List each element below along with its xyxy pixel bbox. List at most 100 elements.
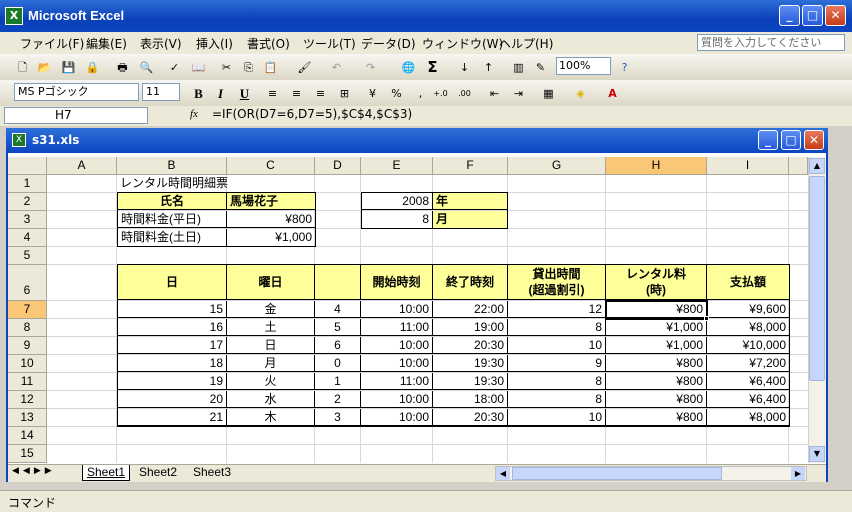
row-header-11[interactable]: 11 — [8, 373, 47, 391]
cell-end-time[interactable]: 19:30 — [433, 355, 508, 372]
redo-icon[interactable]: ↷ — [362, 59, 379, 76]
cell-start-time[interactable]: 10:00 — [361, 391, 433, 408]
font-size-select[interactable]: 11 — [142, 83, 180, 101]
cell-payment[interactable]: ¥9,600 — [707, 301, 789, 318]
formula-input[interactable]: =IF(OR(D7=6,D7=5),$C$4,$C$3) — [212, 107, 848, 124]
hyperlink-icon[interactable]: 🌐 — [400, 59, 417, 76]
spelling-icon[interactable]: ✓ — [166, 59, 183, 76]
increase-indent-icon[interactable]: ⇥ — [510, 85, 527, 102]
save-icon[interactable]: 💾 — [60, 59, 77, 76]
cell-weekday-num[interactable]: 0 — [315, 355, 361, 372]
borders-icon[interactable]: ▦ — [540, 85, 557, 102]
menu-edit[interactable]: 編集(E) — [86, 35, 127, 52]
cell-weekday-num[interactable]: 1 — [315, 373, 361, 390]
active-cell-selection[interactable] — [605, 300, 708, 320]
italic-icon[interactable]: I — [212, 85, 229, 102]
cell-rental-hours[interactable]: 8 — [508, 319, 606, 336]
menu-window[interactable]: ウィンドウ(W) — [422, 35, 503, 52]
menu-insert[interactable]: 挿入(I) — [196, 35, 233, 52]
cell-c4[interactable]: ¥1,000 — [227, 229, 315, 246]
cell-payment[interactable]: ¥10,000 — [707, 337, 789, 354]
menu-file[interactable]: ファイル(F) — [20, 35, 84, 52]
cell-rental-hours[interactable]: 10 — [508, 337, 606, 354]
row-header-4[interactable]: 4 — [8, 229, 47, 247]
cell-weekday[interactable]: 木 — [227, 409, 315, 426]
header-weekday[interactable]: 曜日 — [227, 265, 315, 300]
header-day[interactable]: 日 — [118, 265, 227, 300]
cell-payment[interactable]: ¥7,200 — [707, 355, 789, 372]
row-header-15[interactable]: 15 — [8, 445, 47, 463]
fx-icon[interactable]: fx — [190, 108, 198, 120]
tab-sheet1[interactable]: Sheet1 — [82, 465, 130, 481]
row-header-3[interactable]: 3 — [8, 211, 47, 229]
zoom-select[interactable]: 100% — [556, 57, 611, 75]
header-end-time[interactable]: 終了時刻 — [433, 265, 508, 300]
cell-payment[interactable]: ¥6,400 — [707, 373, 789, 390]
cell-c3[interactable]: ¥800 — [227, 211, 315, 228]
sort-ascending-icon[interactable]: ↓ — [456, 59, 473, 76]
menu-help[interactable]: ヘルプ(H) — [499, 35, 553, 52]
cell-end-time[interactable]: 20:30 — [433, 409, 508, 426]
cell-weekday-num[interactable]: 6 — [315, 337, 361, 354]
row-header-1[interactable]: 1 — [8, 175, 47, 193]
col-header-a[interactable]: A — [47, 157, 117, 175]
header-start-time[interactable]: 開始時刻 — [361, 265, 433, 300]
col-header-f[interactable]: F — [433, 157, 508, 175]
cell-rental-fee[interactable]: ¥1,000 — [606, 319, 707, 336]
scroll-down-icon[interactable]: ▼ — [809, 446, 825, 462]
header-payment[interactable]: 支払額 — [707, 265, 789, 300]
horizontal-scroll-thumb[interactable] — [512, 467, 722, 480]
format-painter-icon[interactable]: 🖌 — [296, 59, 313, 76]
cell-b4[interactable]: 時間料金(土日) — [118, 229, 227, 246]
cell-weekday-num[interactable]: 2 — [315, 391, 361, 408]
col-header-b[interactable]: B — [117, 157, 227, 175]
tab-sheet3[interactable]: Sheet3 — [188, 465, 236, 481]
font-color-icon[interactable]: A — [604, 85, 621, 102]
print-icon[interactable]: 🖶 — [114, 59, 131, 76]
cell-day[interactable]: 20 — [118, 391, 227, 408]
underline-icon[interactable]: U — [236, 85, 253, 102]
research-icon[interactable]: 📖 — [190, 59, 207, 76]
help-search-input[interactable]: 質問を入力してください — [697, 34, 845, 51]
print-preview-icon[interactable]: 🔍 — [138, 59, 155, 76]
col-header-c[interactable]: C — [227, 157, 315, 175]
fill-color-icon[interactable]: ◈ — [572, 85, 589, 102]
align-left-icon[interactable]: ≡ — [264, 85, 281, 102]
autosum-icon[interactable]: Σ — [424, 59, 441, 76]
cell-c2[interactable]: 馬場花子 — [227, 193, 315, 210]
cell-b2[interactable]: 氏名 — [118, 193, 227, 210]
align-right-icon[interactable]: ≡ — [312, 85, 329, 102]
cell-weekday[interactable]: 金 — [227, 301, 315, 318]
scroll-right-icon[interactable]: ▶ — [791, 467, 805, 480]
help-icon[interactable]: ? — [616, 59, 633, 76]
copy-icon[interactable]: ⎘ — [240, 59, 257, 76]
row-header-6[interactable]: 6 — [8, 265, 47, 301]
menu-view[interactable]: 表示(V) — [140, 35, 182, 52]
maximize-button[interactable]: □ — [802, 5, 823, 26]
cell-e2[interactable]: 2008 — [362, 193, 433, 210]
percent-icon[interactable]: % — [388, 85, 405, 102]
cell-end-time[interactable]: 19:00 — [433, 319, 508, 336]
menu-format[interactable]: 書式(O) — [247, 35, 290, 52]
row-header-10[interactable]: 10 — [8, 355, 47, 373]
col-header-d[interactable]: D — [315, 157, 361, 175]
cell-payment[interactable]: ¥8,000 — [707, 319, 789, 336]
fill-handle[interactable] — [704, 316, 709, 321]
cell-rental-fee[interactable]: ¥800 — [606, 391, 707, 408]
align-center-icon[interactable]: ≡ — [288, 85, 305, 102]
cell-start-time[interactable]: 10:00 — [361, 337, 433, 354]
cell-day[interactable]: 21 — [118, 409, 227, 426]
cell-weekday-num[interactable]: 4 — [315, 301, 361, 318]
open-icon[interactable]: 📂 — [36, 59, 53, 76]
row-header-9[interactable]: 9 — [8, 337, 47, 355]
chart-wizard-icon[interactable]: ▥ — [510, 59, 527, 76]
cell-day[interactable]: 15 — [118, 301, 227, 318]
cell-end-time[interactable]: 18:00 — [433, 391, 508, 408]
cell-end-time[interactable]: 19:30 — [433, 373, 508, 390]
cell-b1[interactable]: レンタル時間明細票 — [117, 175, 317, 192]
tab-sheet2[interactable]: Sheet2 — [134, 465, 182, 481]
cell-payment[interactable]: ¥6,400 — [707, 391, 789, 408]
col-header-e[interactable]: E — [361, 157, 433, 175]
cell-day[interactable]: 18 — [118, 355, 227, 372]
cell-rental-fee[interactable]: ¥800 — [606, 373, 707, 390]
